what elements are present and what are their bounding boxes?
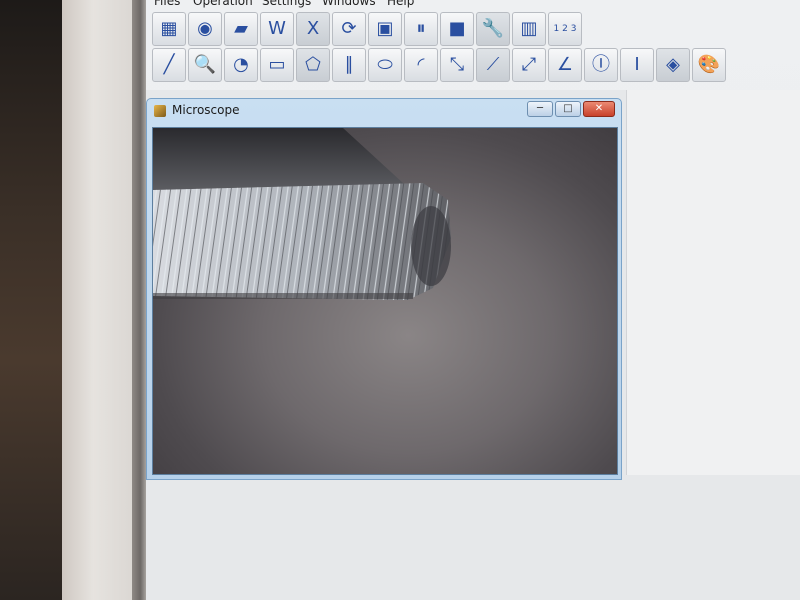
text-marker-button[interactable]: Ⅰ bbox=[620, 48, 654, 82]
pause-button[interactable]: ⏸ bbox=[404, 12, 438, 46]
open-folder-button[interactable]: ▰ bbox=[224, 12, 258, 46]
magnifier-button[interactable]: 🔍 bbox=[188, 48, 222, 82]
scale-icon: ▥ bbox=[520, 18, 538, 39]
menu-settings[interactable]: Settings bbox=[262, 0, 311, 8]
specimen-tip bbox=[411, 206, 451, 286]
polygon-tool-button[interactable]: ⬠ bbox=[296, 48, 330, 82]
stop-icon: ■ bbox=[448, 18, 466, 39]
palette-icon: 🎨 bbox=[697, 54, 721, 75]
menu-bar: Files Operation Settings Windows Help bbox=[146, 0, 800, 8]
point-line-icon: ⟋ bbox=[486, 54, 500, 75]
wrench-icon: 🔧 bbox=[481, 18, 505, 39]
pause-icon: ⏸ bbox=[416, 18, 426, 39]
point-line-button[interactable]: ⟋ bbox=[476, 48, 510, 82]
excel-export-button[interactable]: X bbox=[296, 12, 330, 46]
magnifier-icon: 🔍 bbox=[193, 54, 217, 75]
video-icon: ▦ bbox=[160, 18, 178, 39]
arc-tool-button[interactable]: ◜ bbox=[404, 48, 438, 82]
application-screen: Files Operation Settings Windows Help ▦ ◉… bbox=[146, 0, 800, 600]
background-surroundings bbox=[0, 0, 62, 600]
open-folder-icon: ▰ bbox=[234, 18, 248, 39]
ruler-button[interactable]: 1 2 3 bbox=[548, 12, 582, 46]
wrench-button[interactable]: 🔧 bbox=[476, 12, 510, 46]
menu-files[interactable]: Files bbox=[154, 0, 180, 8]
circle-marker-icon: Ⓘ bbox=[592, 54, 610, 75]
side-panel bbox=[626, 90, 800, 475]
polygon-tool-icon: ⬠ bbox=[305, 54, 321, 75]
save-icon: ▣ bbox=[376, 18, 394, 39]
distance-tool-icon: ⤡ bbox=[449, 54, 465, 75]
palette-button[interactable]: 🎨 bbox=[692, 48, 726, 82]
parallel-lines-button[interactable]: ∥ bbox=[332, 48, 366, 82]
circle-select-button[interactable]: ◔ bbox=[224, 48, 258, 82]
angle-tool-button[interactable]: ∠ bbox=[548, 48, 582, 82]
excel-export-icon: X bbox=[306, 18, 320, 39]
ellipse-tool-icon: ⬭ bbox=[377, 54, 393, 75]
diamond-marker-button[interactable]: ◈ bbox=[656, 48, 690, 82]
text-marker-icon: Ⅰ bbox=[634, 54, 640, 75]
parallel-distance-button[interactable]: ⤢ bbox=[512, 48, 546, 82]
app-icon bbox=[154, 105, 166, 117]
mdi-workspace: Microscope ─ □ ✕ bbox=[146, 90, 800, 600]
microscope-viewport[interactable] bbox=[152, 127, 618, 475]
angle-tool-icon: ∠ bbox=[556, 54, 574, 75]
title-bar[interactable]: Microscope ─ □ ✕ bbox=[147, 99, 621, 123]
ruler-icon: 1 2 3 bbox=[553, 23, 577, 34]
stop-button[interactable]: ■ bbox=[440, 12, 474, 46]
menu-help[interactable]: Help bbox=[387, 0, 414, 8]
rectangle-tool-button[interactable]: ▭ bbox=[260, 48, 294, 82]
camera-icon: ◉ bbox=[197, 18, 213, 39]
parallel-distance-icon: ⤢ bbox=[521, 54, 537, 75]
circle-select-icon: ◔ bbox=[233, 54, 249, 75]
arc-tool-icon: ◜ bbox=[417, 54, 425, 75]
camera-button[interactable]: ◉ bbox=[188, 12, 222, 46]
monitor-bezel bbox=[132, 0, 146, 600]
save-button[interactable]: ▣ bbox=[368, 12, 402, 46]
parallel-lines-icon: ∥ bbox=[344, 54, 354, 75]
line-tool-icon: ╱ bbox=[163, 54, 175, 75]
menu-windows[interactable]: Windows bbox=[322, 0, 376, 8]
refresh-icon: ⟳ bbox=[341, 18, 357, 39]
video-button[interactable]: ▦ bbox=[152, 12, 186, 46]
specimen-image bbox=[153, 128, 451, 300]
line-tool-button[interactable]: ╱ bbox=[152, 48, 186, 82]
distance-tool-button[interactable]: ⤡ bbox=[440, 48, 474, 82]
word-export-button[interactable]: W bbox=[260, 12, 294, 46]
menu-operation[interactable]: Operation bbox=[193, 0, 253, 8]
refresh-button[interactable]: ⟳ bbox=[332, 12, 366, 46]
monitor-side-frame bbox=[62, 0, 140, 600]
word-export-icon: W bbox=[268, 18, 286, 39]
diamond-marker-icon: ◈ bbox=[666, 54, 680, 75]
toolbar-top: ▦ ◉ ▰ W X ⟳ ▣ ⏸ ■ 🔧 ▥ 1 2 3 bbox=[152, 12, 582, 48]
window-title: Microscope bbox=[172, 103, 240, 117]
scale-button[interactable]: ▥ bbox=[512, 12, 546, 46]
minimize-button[interactable]: ─ bbox=[527, 101, 553, 117]
microscope-window[interactable]: Microscope ─ □ ✕ bbox=[146, 98, 622, 480]
circle-marker-button[interactable]: Ⓘ bbox=[584, 48, 618, 82]
toolbar-bottom: ╱ 🔍 ◔ ▭ ⬠ ∥ ⬭ ◜ ⤡ ⟋ ⤢ ∠ Ⓘ Ⅰ ◈ 🎨 bbox=[152, 48, 726, 84]
ellipse-tool-button[interactable]: ⬭ bbox=[368, 48, 402, 82]
maximize-button[interactable]: □ bbox=[555, 101, 581, 117]
rectangle-tool-icon: ▭ bbox=[268, 54, 286, 75]
close-button[interactable]: ✕ bbox=[583, 101, 615, 117]
